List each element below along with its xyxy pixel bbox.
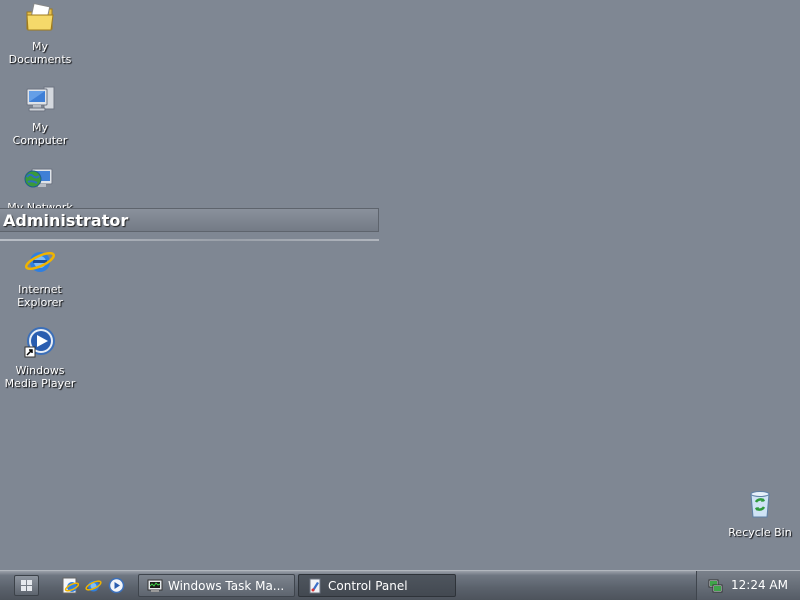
desktop-icon-internet-explorer[interactable]: Internet Explorer (0, 245, 80, 309)
desktop-icon-label: Recycle Bin (728, 526, 792, 539)
desktop-icon-my-documents[interactable]: My Documents (0, 2, 80, 66)
recycle-bin-icon (750, 491, 770, 518)
desktop-icon-label: My Documents (8, 40, 72, 66)
desktop-icon-label: My Computer (12, 121, 68, 147)
desktop-icon-label: Internet Explorer (17, 283, 63, 309)
network-tray-icon[interactable] (707, 577, 723, 593)
quick-launch-bar (62, 577, 125, 595)
start-button-icon (21, 580, 32, 591)
task-label: Control Panel (328, 578, 408, 593)
task-manager-icon (147, 579, 163, 592)
task-label: Windows Task Ma... (168, 578, 285, 593)
internet-explorer-icon[interactable] (85, 577, 102, 594)
taskbar: Windows Task Ma... Control Panel 12:24 A… (0, 570, 800, 600)
desktop[interactable]: My Documents My Computer My Network (0, 0, 800, 570)
clock[interactable]: 12:24 AM (731, 578, 788, 592)
desktop-icon-windows-media-player[interactable]: Windows Media Player (0, 326, 80, 390)
windows-media-player-icon[interactable] (108, 577, 125, 594)
internet-explorer-icon[interactable] (62, 577, 79, 594)
user-name: Administrator (3, 211, 129, 230)
start-menu-divider (0, 239, 379, 241)
desktop-icon-label: Windows Media Player (4, 364, 76, 390)
desktop-icon-recycle-bin[interactable]: Recycle Bin (720, 488, 800, 539)
start-menu-user-header: Administrator (0, 208, 379, 232)
internet-explorer-icon (24, 251, 56, 272)
desktop-icon-my-computer[interactable]: My Computer (0, 83, 80, 147)
taskbar-button-control-panel[interactable]: Control Panel (298, 574, 456, 597)
desktop-icon-my-network-places[interactable]: My Network (0, 163, 80, 214)
start-button[interactable] (14, 575, 39, 596)
my-documents-icon (26, 2, 54, 31)
windows-media-player-icon (24, 327, 55, 358)
control-panel-icon (309, 578, 321, 593)
my-computer-icon (26, 86, 55, 112)
my-network-places-icon (24, 168, 53, 188)
taskbar-button-task-manager[interactable]: Windows Task Ma... (138, 574, 295, 597)
system-tray: 12:24 AM (696, 571, 800, 600)
